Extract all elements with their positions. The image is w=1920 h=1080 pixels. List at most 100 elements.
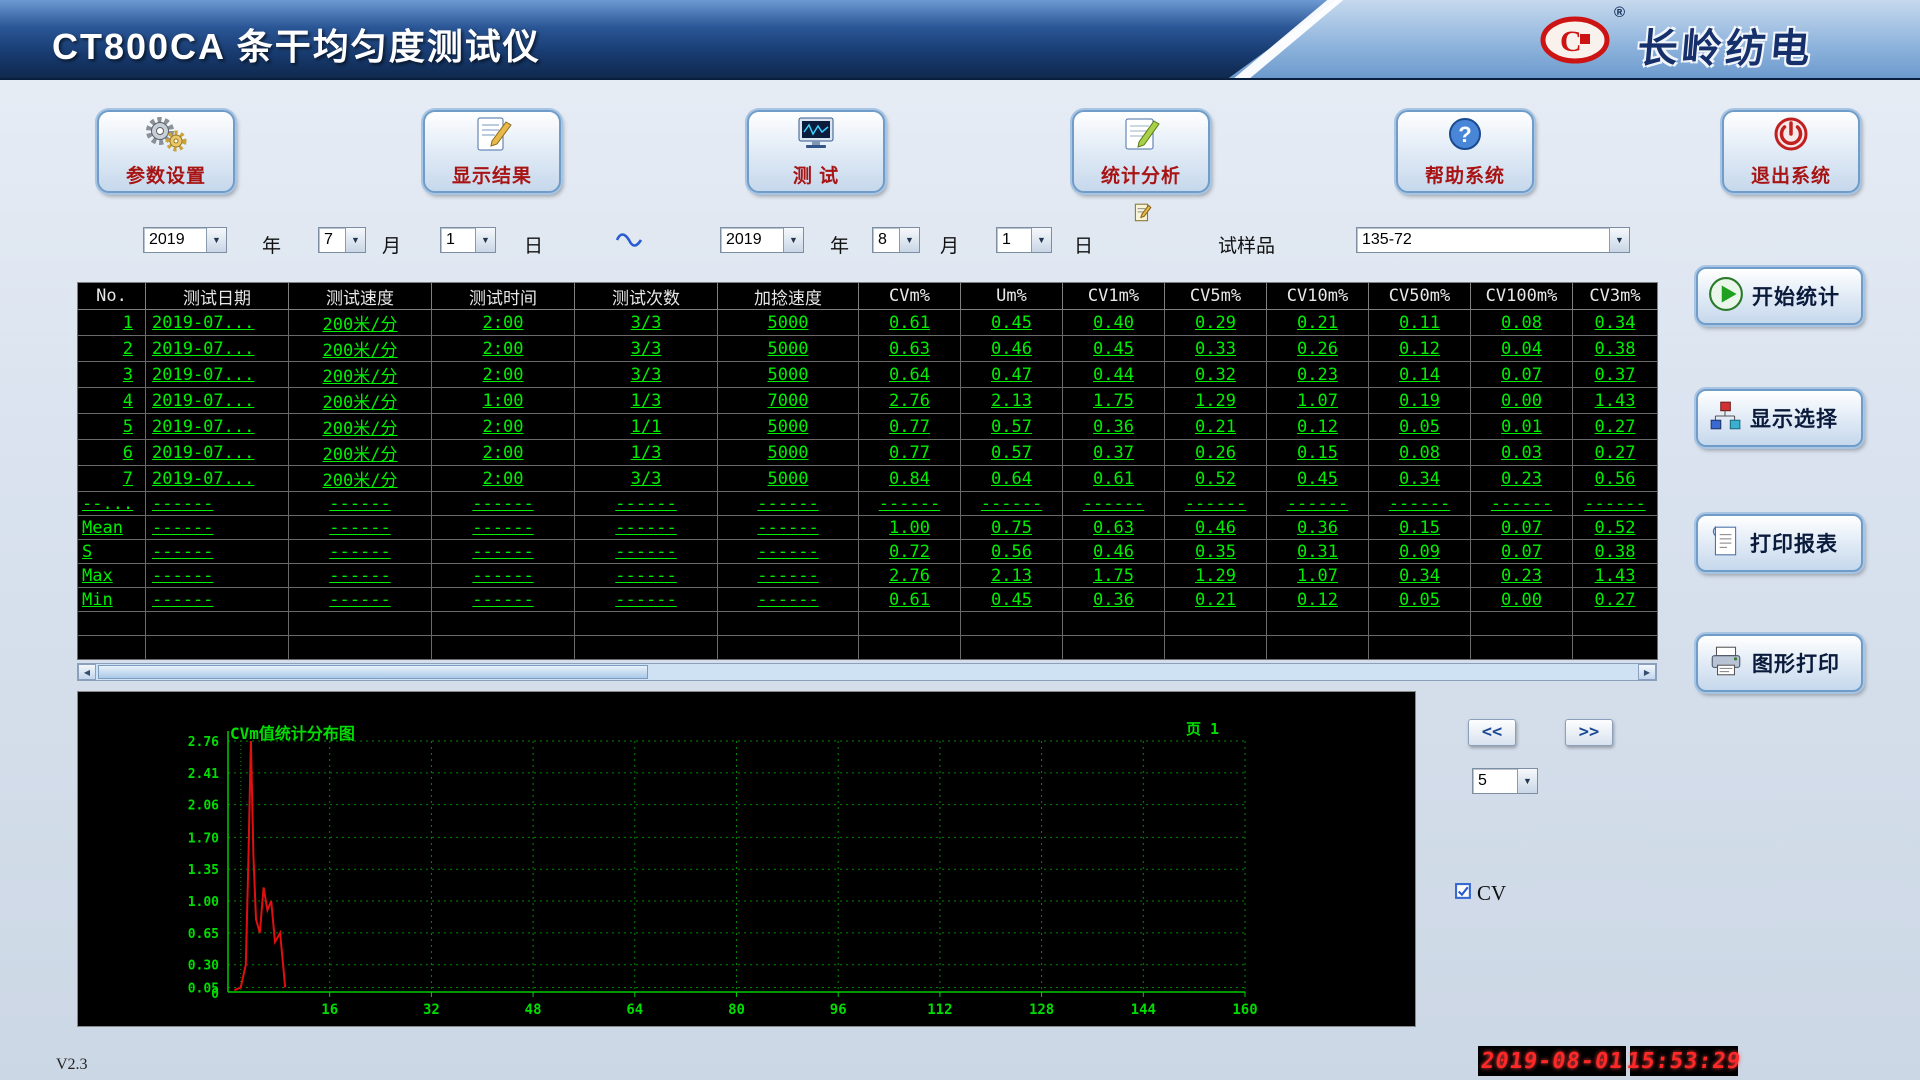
chevron-down-icon[interactable]: ▼ [1609, 228, 1629, 252]
table-row[interactable]: 72019-07...200米/分2:003/350000.840.640.61… [78, 466, 1658, 492]
table-row[interactable]: 32019-07...200米/分2:003/350000.640.470.44… [78, 362, 1658, 388]
table-cell: ------ [289, 540, 432, 564]
scroll-left-button[interactable]: ◀ [78, 664, 96, 680]
svg-text:144: 144 [1131, 1002, 1156, 1018]
test-button[interactable]: 测 试 [747, 110, 885, 193]
table-cell: ------ [432, 588, 575, 612]
table-cell: 0.64 [859, 362, 961, 388]
chevron-down-icon[interactable]: ▼ [345, 228, 365, 252]
table-cell: 0.01 [1471, 414, 1573, 440]
chevron-down-icon[interactable]: ▼ [206, 228, 226, 252]
column-header: CV100m% [1471, 283, 1573, 310]
svg-text:0.30: 0.30 [188, 959, 219, 974]
svg-text:2.76: 2.76 [188, 735, 219, 750]
chevron-down-icon[interactable]: ▼ [1517, 769, 1537, 793]
sample-combo[interactable]: 135-72 ▼ [1356, 227, 1630, 253]
cv-checkbox[interactable] [1455, 883, 1472, 905]
year-label: 年 [262, 231, 281, 258]
table-cell: 2019-07... [146, 440, 289, 466]
table-cell: 0.27 [1573, 588, 1658, 612]
table-cell: 0.34 [1369, 564, 1471, 588]
chevron-down-icon[interactable]: ▼ [1031, 228, 1051, 252]
statistics-analysis-button[interactable]: 统计分析 [1072, 110, 1210, 193]
prev-page-button[interactable]: << [1468, 719, 1516, 746]
print-report-button[interactable]: 打印报表 [1696, 514, 1863, 572]
start-day-combo[interactable]: 1 ▼ [440, 227, 496, 253]
start-year-combo[interactable]: 2019 ▼ [143, 227, 227, 253]
side-button-label: 图形打印 [1752, 648, 1840, 678]
column-header: 测试日期 [146, 283, 289, 310]
table-cell [78, 636, 146, 660]
end-day-combo[interactable]: 1 ▼ [996, 227, 1052, 253]
table-cell: 0.45 [961, 310, 1063, 336]
table-row[interactable]: 62019-07...200米/分2:001/350000.770.570.37… [78, 440, 1658, 466]
table-cell: 0.34 [1573, 310, 1658, 336]
table-cell: S [78, 540, 146, 564]
param-settings-button[interactable]: 参数设置 [97, 110, 235, 193]
table-cell: 1.00 [859, 516, 961, 540]
page-size-combo[interactable]: 5 ▼ [1472, 768, 1538, 794]
table-cell [1369, 612, 1471, 636]
chart-page-label: 页 1 [1186, 718, 1219, 739]
exit-system-button[interactable]: 退出系统 [1722, 110, 1860, 193]
table-cell: ------ [289, 492, 432, 516]
table-cell: 1.07 [1267, 388, 1369, 414]
table-row[interactable]: Max------------------------------2.762.1… [78, 564, 1658, 588]
chevron-down-icon[interactable]: ▼ [475, 228, 495, 252]
table-row[interactable] [78, 612, 1658, 636]
table-cell: 1.29 [1165, 564, 1267, 588]
table-row[interactable]: --...-----------------------------------… [78, 492, 1658, 516]
table-cell [1165, 636, 1267, 660]
table-cell: 0.64 [961, 466, 1063, 492]
table-row[interactable]: S------------------------------0.720.560… [78, 540, 1658, 564]
clock-date: 2019-08-01 [1479, 1049, 1625, 1074]
start-statistics-button[interactable]: 开始统计 [1696, 267, 1863, 325]
table-cell: 2:00 [432, 440, 575, 466]
table-row[interactable]: 12019-07...200米/分2:003/350000.610.450.40… [78, 310, 1658, 336]
chevron-down-icon[interactable]: ▼ [899, 228, 919, 252]
table-cell [1063, 636, 1165, 660]
table-cell: 3/3 [575, 336, 718, 362]
next-page-button[interactable]: >> [1565, 719, 1613, 746]
table-cell: 2.76 [859, 388, 961, 414]
chevron-down-icon[interactable]: ▼ [783, 228, 803, 252]
display-select-button[interactable]: 显示选择 [1696, 389, 1863, 447]
table-cell: 0.23 [1267, 362, 1369, 388]
table-cell: 0.45 [1267, 466, 1369, 492]
table-row[interactable]: 52019-07...200米/分2:001/150000.770.570.36… [78, 414, 1658, 440]
table-cell: 0.38 [1573, 336, 1658, 362]
table-cell: 1/3 [575, 440, 718, 466]
scrollbar-track[interactable] [96, 664, 1638, 680]
table-cell: 3/3 [575, 362, 718, 388]
table-cell: 0.08 [1369, 440, 1471, 466]
table-cell: ------ [289, 564, 432, 588]
wave-range-icon [612, 226, 650, 257]
svg-text:128: 128 [1029, 1002, 1054, 1018]
graphic-print-button[interactable]: 图形打印 [1696, 634, 1863, 692]
table-cell [289, 636, 432, 660]
table-row[interactable]: Mean------------------------------1.000.… [78, 516, 1658, 540]
table-cell: 0.57 [961, 440, 1063, 466]
chart-title: CVm值统计分布图 [230, 720, 355, 744]
scrollbar-thumb[interactable] [98, 665, 648, 679]
table-row[interactable] [78, 636, 1658, 660]
show-results-button[interactable]: 显示结果 [423, 110, 561, 193]
table-cell: 2019-07... [146, 336, 289, 362]
table-cell: 2019-07... [146, 310, 289, 336]
start-month-combo[interactable]: 7 ▼ [318, 227, 366, 253]
table-row[interactable]: Min------------------------------0.610.4… [78, 588, 1658, 612]
side-button-label: 开始统计 [1752, 281, 1840, 311]
table-cell: 0.15 [1267, 440, 1369, 466]
help-system-button[interactable]: ? 帮助系统 [1396, 110, 1534, 193]
table-horizontal-scrollbar[interactable]: ◀ ▶ [77, 663, 1657, 681]
scroll-right-button[interactable]: ▶ [1638, 664, 1656, 680]
table-cell: 0.21 [1165, 414, 1267, 440]
page-size-value: 5 [1473, 772, 1517, 790]
table-row[interactable]: 42019-07...200米/分1:001/370002.762.131.75… [78, 388, 1658, 414]
table-row[interactable]: 22019-07...200米/分2:003/350000.630.460.45… [78, 336, 1658, 362]
end-month-combo[interactable]: 8 ▼ [872, 227, 920, 253]
table-cell: 1.75 [1063, 564, 1165, 588]
table-cell: 0.77 [859, 414, 961, 440]
end-year-combo[interactable]: 2019 ▼ [720, 227, 804, 253]
table-cell: ------ [718, 516, 859, 540]
